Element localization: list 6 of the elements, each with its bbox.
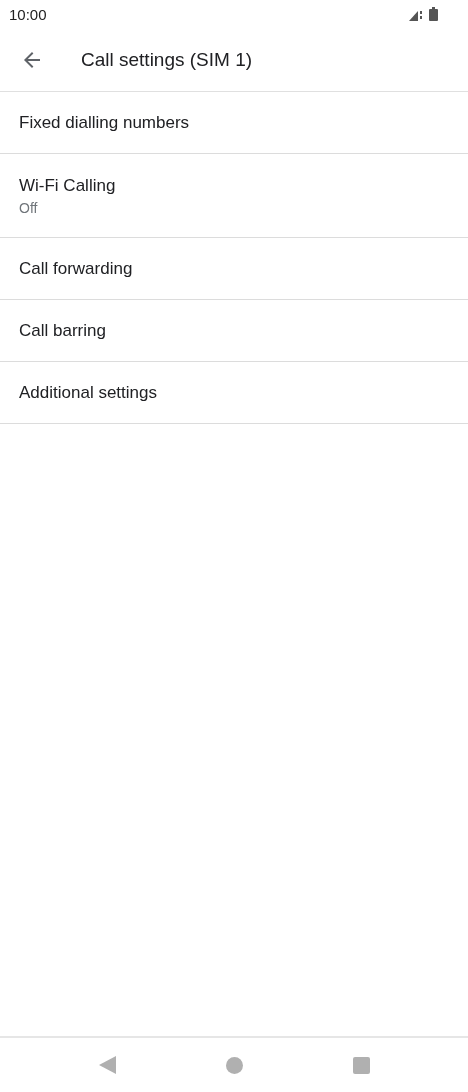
back-nav-icon[interactable] — [98, 1056, 116, 1074]
recents-nav-icon[interactable] — [352, 1056, 370, 1074]
battery-icon — [429, 7, 438, 21]
screen-title: Call settings (SIM 1) — [81, 48, 253, 71]
status-time: 10:00 — [9, 5, 47, 23]
home-nav-icon[interactable] — [225, 1056, 243, 1074]
